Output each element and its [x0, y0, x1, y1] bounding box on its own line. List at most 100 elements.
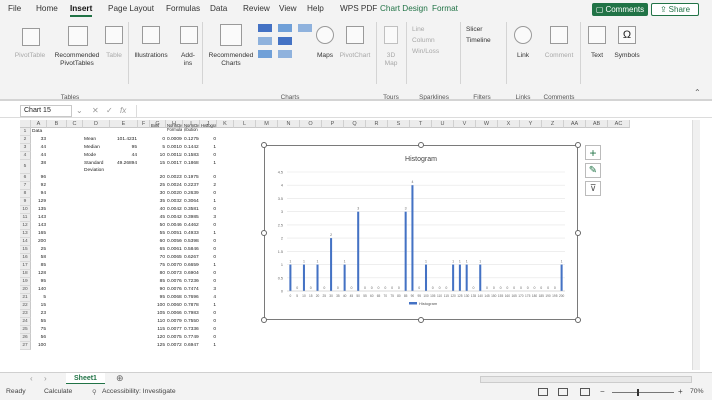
menu-tab-home[interactable]: Home — [36, 4, 58, 13]
grid-cell[interactable]: 38 — [32, 160, 46, 174]
grid-cell[interactable]: 0.493367 — [184, 230, 199, 238]
grid-cell[interactable]: 1 — [201, 302, 216, 310]
grid-cell[interactable]: 129 — [32, 198, 46, 206]
column-header[interactable]: O — [300, 120, 322, 128]
link-button[interactable]: Link — [508, 52, 538, 60]
row-header[interactable]: 11 — [20, 214, 31, 222]
column-header[interactable]: Y — [520, 120, 542, 128]
grid-cell[interactable]: 110 — [151, 318, 165, 326]
name-box[interactable]: Chart 15 — [20, 105, 72, 117]
row-header[interactable]: 8 — [20, 190, 31, 198]
resize-handle[interactable] — [575, 142, 581, 148]
grid-cell[interactable]: 165 — [32, 230, 46, 238]
illustrations-button[interactable]: Illustrations — [130, 52, 172, 60]
combo-chart-icon[interactable] — [278, 50, 292, 58]
column-chart-icon[interactable] — [258, 24, 272, 32]
comments-button[interactable]: ▢ Comments — [592, 3, 648, 16]
grid-cell[interactable]: 1 — [201, 342, 216, 350]
row-header[interactable]: 22 — [20, 302, 31, 310]
recommended-charts-button[interactable]: Recommended Charts — [205, 52, 257, 68]
grid-cell[interactable]: 0.004268 — [167, 214, 182, 222]
grid-cell[interactable]: Median — [84, 144, 109, 152]
grid-cell[interactable]: 0.774953 — [184, 334, 199, 342]
grid-cell[interactable]: 0 — [201, 238, 216, 246]
grid-cell[interactable]: 0.446293 — [184, 222, 199, 230]
grid-cell[interactable]: 1 — [201, 144, 216, 152]
grid-cell[interactable]: 55 — [151, 230, 165, 238]
grid-cell[interactable]: 23 — [32, 310, 46, 318]
column-header[interactable]: E — [110, 120, 138, 128]
column-header[interactable]: F — [138, 120, 150, 128]
grid-cell[interactable]: 200 — [32, 238, 46, 246]
menu-tab-help[interactable]: Help — [307, 4, 324, 13]
resize-handle[interactable] — [418, 317, 424, 323]
grid-cell[interactable]: 143 — [32, 214, 46, 222]
grid-cell[interactable]: 0.665963 — [184, 262, 199, 270]
menu-tab-file[interactable]: File — [8, 4, 21, 13]
maps-icon[interactable] — [316, 26, 334, 44]
column-header[interactable]: L — [234, 120, 256, 128]
grid-cell[interactable]: 85 — [32, 262, 46, 270]
column-header[interactable]: U — [432, 120, 454, 128]
zoom-slider-thumb[interactable] — [637, 389, 639, 396]
grid-cell[interactable]: 0.158349 — [184, 152, 199, 160]
grid-cell[interactable]: 1 — [201, 230, 216, 238]
grid-cell[interactable]: 0.127504 — [184, 136, 199, 144]
grid-cell[interactable]: 0.00327 — [167, 198, 182, 206]
grid-cell[interactable]: 25 — [151, 182, 165, 190]
grid-cell[interactable]: 50 — [151, 222, 165, 230]
grid-cell[interactable]: 0.007684 — [167, 286, 182, 294]
3d-map-icon[interactable] — [384, 26, 398, 44]
grid-cell[interactable]: 0.733690 — [184, 326, 199, 334]
row-header[interactable]: 6 — [20, 174, 31, 182]
row-header[interactable]: 21 — [20, 294, 31, 302]
column-header[interactable]: AC — [608, 120, 630, 128]
grid-cell[interactable]: 140 — [32, 286, 46, 294]
grid-cell[interactable]: 0.004289 — [167, 206, 182, 214]
grid-cell[interactable]: 5 — [32, 294, 46, 302]
text-icon[interactable] — [588, 26, 606, 44]
grid-cell[interactable]: 44 — [32, 152, 46, 160]
share-button[interactable]: ⇪ Share — [651, 3, 699, 16]
grid-cell[interactable]: 25 — [32, 246, 46, 254]
row-header[interactable]: 7 — [20, 182, 31, 190]
grid-cell[interactable]: 0.30643 — [184, 198, 199, 206]
histogram-chart[interactable]: Histogram 0 0.5 1 1.5 2 2.5 3 3.5 4 4.5 1 0 0 5 1 10 0 15… — [264, 145, 578, 320]
row-header[interactable]: 5 — [20, 160, 31, 174]
grid-cell[interactable]: 0 — [201, 318, 216, 326]
grid-cell[interactable]: 55 — [32, 318, 46, 326]
grid-cell[interactable]: Data — [32, 128, 46, 136]
resize-handle[interactable] — [575, 230, 581, 236]
normal-view-icon[interactable] — [538, 388, 548, 396]
menu-tab-page-layout[interactable]: Page Layout — [108, 4, 154, 13]
grid-cell[interactable]: Mean — [84, 136, 109, 144]
grid-cell[interactable]: 0 — [201, 190, 216, 198]
grid-cell[interactable]: 0.398534 — [184, 214, 199, 222]
grid-cell[interactable]: 0.007770 — [167, 326, 182, 334]
grid-cell[interactable]: 10 — [151, 152, 165, 160]
grid-cell[interactable]: 143 — [32, 222, 46, 230]
resize-handle[interactable] — [261, 142, 267, 148]
pivot-table-button[interactable]: PivotTable — [5, 52, 55, 60]
grid-cell[interactable]: 0.001747 — [167, 160, 182, 174]
row-header[interactable]: 10 — [20, 206, 31, 214]
chart-elements-button[interactable]: + — [585, 145, 601, 160]
grid-cell[interactable]: 0.002375 — [167, 174, 182, 182]
column-header[interactable]: B — [47, 120, 67, 128]
grid-cell[interactable]: 0 — [201, 334, 216, 342]
table-icon[interactable] — [105, 26, 123, 44]
grid-cell[interactable]: NormDist Formula — [167, 124, 182, 132]
column-header[interactable]: D — [83, 120, 110, 128]
add-sheet-icon[interactable]: ⊕ — [116, 373, 124, 384]
grid-cell[interactable]: 120 — [151, 334, 165, 342]
grid-cell[interactable]: 70 — [151, 254, 165, 262]
grid-cell[interactable]: 0 — [201, 246, 216, 254]
column-header[interactable]: M — [256, 120, 278, 128]
grid-cell[interactable]: 0 — [201, 136, 216, 144]
grid-cell[interactable]: 80 — [151, 270, 165, 278]
3d-map-button[interactable]: 3D Map — [378, 52, 404, 68]
zoom-out-icon[interactable]: − — [600, 387, 605, 396]
grid-cell[interactable]: 15 — [32, 302, 46, 310]
grid-cell[interactable]: 2 — [201, 182, 216, 190]
formula-input[interactable] — [136, 105, 688, 117]
